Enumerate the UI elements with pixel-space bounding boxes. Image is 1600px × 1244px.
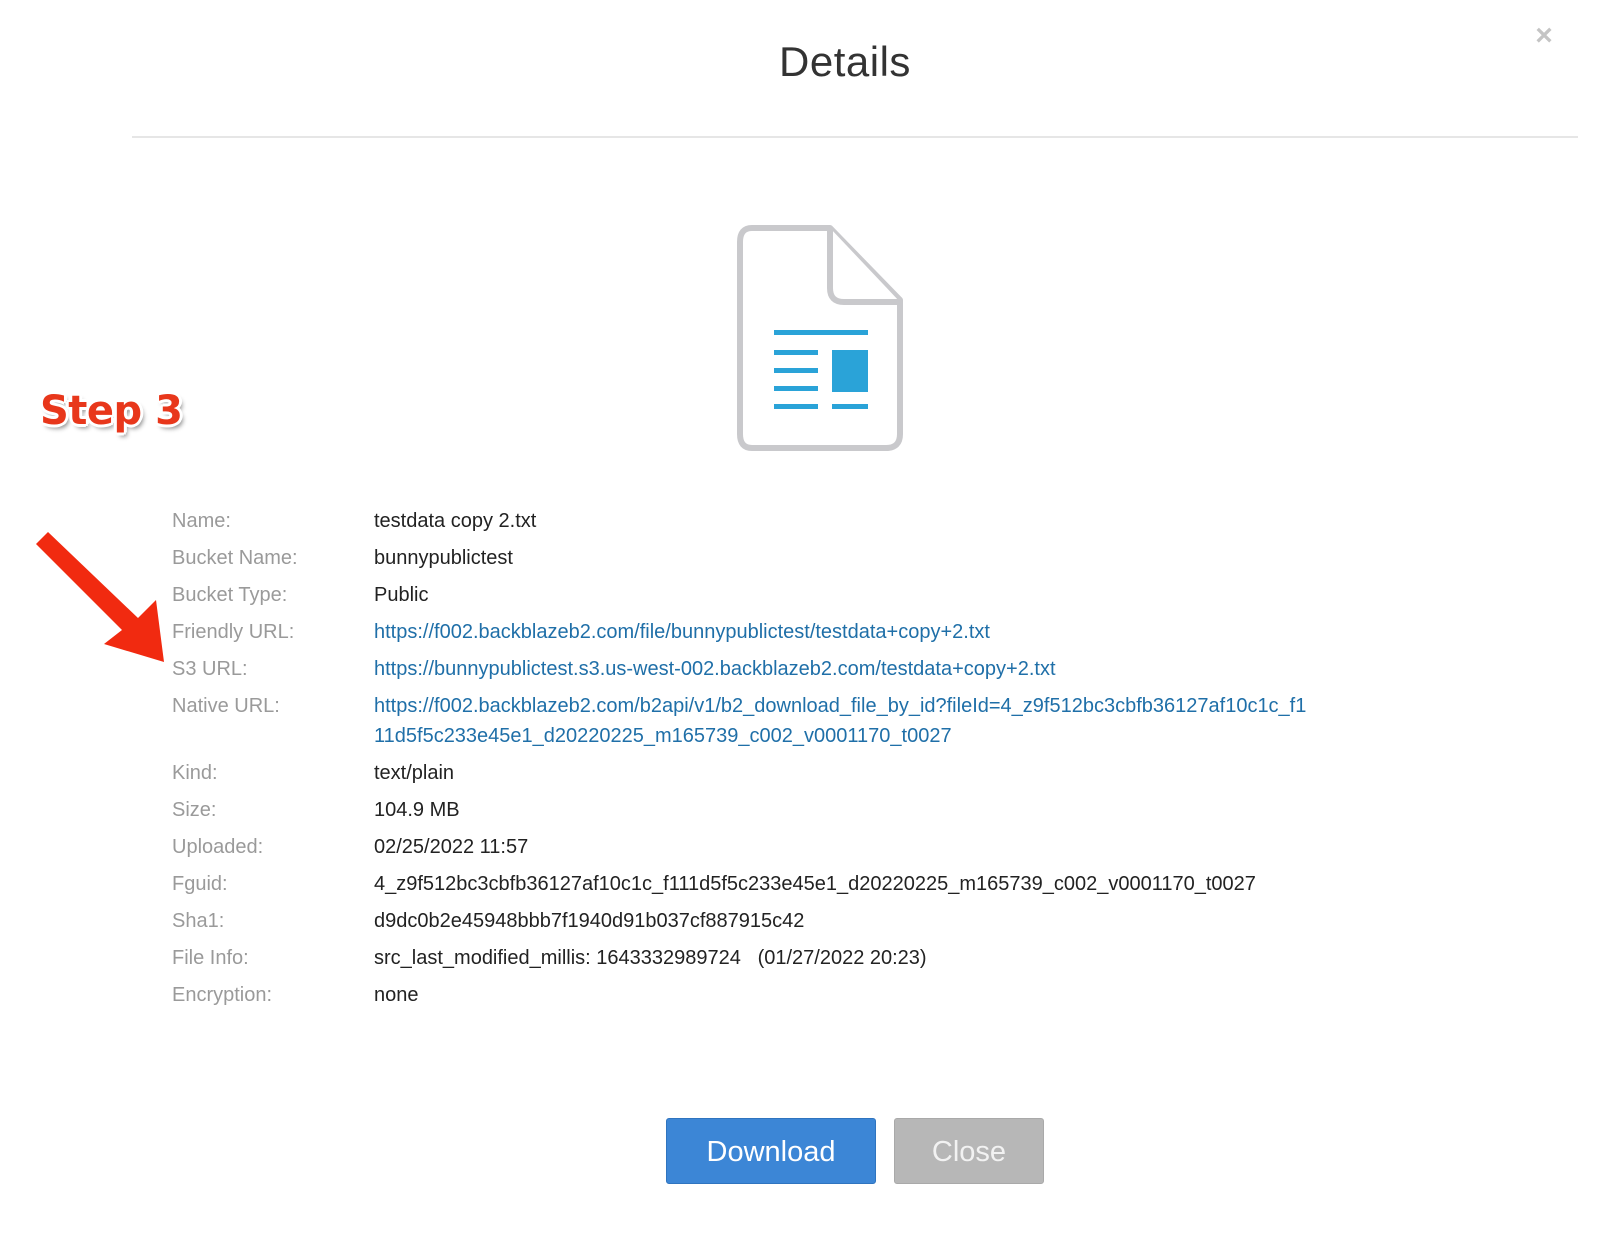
size-label: Size: (172, 799, 217, 821)
s3-url-link[interactable]: https://bunnypublictest.s3.us-west-002.b… (374, 654, 1314, 684)
close-icon[interactable]: × (1528, 18, 1560, 54)
native-url-label: Native URL: (172, 695, 280, 717)
details-modal: Details × Step 3 Name: testdata copy 2.t… (0, 0, 1600, 1244)
sha1-value: d9dc0b2e45948bbb7f1940d91b037cf887915c42 (374, 910, 805, 932)
text-document-icon (737, 225, 903, 451)
name-label: Name: (172, 510, 231, 532)
fguid-label: Fguid: (172, 873, 228, 895)
native-url-link[interactable]: https://f002.backblazeb2.com/b2api/v1/b2… (374, 691, 1314, 751)
encryption-value: none (374, 984, 419, 1006)
file-info-label: File Info: (172, 947, 249, 969)
bucket-name-value: bunnypublictest (374, 547, 513, 569)
detail-row-s3-url: S3 URL: https://bunnypublictest.s3.us-we… (172, 654, 1552, 684)
file-info-value: src_last_modified_millis: 1643332989724 … (374, 947, 927, 969)
detail-row-bucket-name: Bucket Name: bunnypublictest (172, 543, 1552, 573)
detail-row-native-url: Native URL: https://f002.backblazeb2.com… (172, 691, 1552, 751)
detail-row-file-info: File Info: src_last_modified_millis: 164… (172, 943, 1552, 973)
detail-row-kind: Kind: text/plain (172, 758, 1552, 788)
uploaded-label: Uploaded: (172, 836, 264, 858)
bucket-type-label: Bucket Type: (172, 584, 288, 606)
s3-url-label: S3 URL: (172, 658, 248, 680)
kind-label: Kind: (172, 762, 218, 784)
step-annotation: Step 3 (40, 388, 183, 434)
sha1-label: Sha1: (172, 910, 225, 932)
detail-row-fguid: Fguid: 4_z9f512bc3cbfb36127af10c1c_f111d… (172, 869, 1552, 899)
file-details: Name: testdata copy 2.txt Bucket Name: b… (172, 506, 1552, 1017)
download-button[interactable]: Download (666, 1118, 876, 1184)
friendly-url-label: Friendly URL: (172, 621, 295, 643)
bucket-name-label: Bucket Name: (172, 547, 298, 569)
detail-row-sha1: Sha1: d9dc0b2e45948bbb7f1940d91b037cf887… (172, 906, 1552, 936)
uploaded-value: 02/25/2022 11:57 (374, 836, 529, 858)
modal-title: Details (779, 38, 911, 85)
detail-row-bucket-type: Bucket Type: Public (172, 580, 1552, 610)
name-value: testdata copy 2.txt (374, 510, 537, 532)
bucket-type-value: Public (374, 584, 429, 606)
detail-row-friendly-url: Friendly URL: https://f002.backblazeb2.c… (172, 617, 1552, 647)
friendly-url-link[interactable]: https://f002.backblazeb2.com/file/bunnyp… (374, 617, 1314, 647)
close-button[interactable]: Close (894, 1118, 1044, 1184)
modal-footer: Download Close (666, 1118, 1044, 1184)
detail-row-encryption: Encryption: none (172, 980, 1552, 1010)
kind-value: text/plain (374, 762, 455, 784)
detail-row-name: Name: testdata copy 2.txt (172, 506, 1552, 536)
detail-row-uploaded: Uploaded: 02/25/2022 11:57 (172, 832, 1552, 862)
detail-row-size: Size: 104.9 MB (172, 795, 1552, 825)
arrow-annotation-icon (36, 532, 164, 662)
size-value: 104.9 MB (374, 799, 460, 821)
encryption-label: Encryption: (172, 984, 273, 1006)
header-divider (132, 136, 1578, 138)
fguid-value: 4_z9f512bc3cbfb36127af10c1c_f111d5f5c233… (374, 873, 1256, 895)
